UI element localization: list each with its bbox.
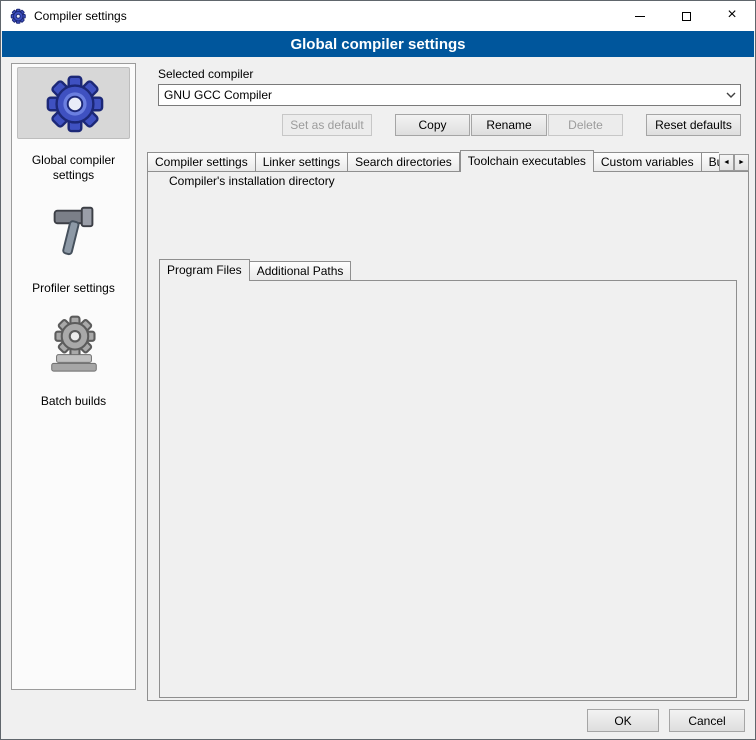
page-title: Global compiler settings [2, 31, 754, 57]
set-as-default-button[interactable]: Set as default [282, 114, 372, 136]
reset-defaults-button[interactable]: Reset defaults [646, 114, 741, 136]
sidebar-item-label: Profiler settings [20, 281, 127, 296]
tab-search-directories[interactable]: Search directories [348, 152, 460, 171]
ok-button[interactable]: OK [587, 709, 659, 732]
program-files-panel [159, 280, 737, 698]
window-title: Compiler settings [34, 9, 127, 23]
tab-scroll-left-button[interactable]: ◄ [719, 154, 734, 171]
blue-gear-icon [43, 72, 105, 134]
rename-button[interactable]: Rename [471, 114, 547, 136]
sidebar-icon-box [17, 195, 130, 267]
hammer-tool-icon [43, 200, 105, 262]
app-gear-icon [10, 8, 26, 24]
sidebar-item-batch-builds[interactable]: Batch builds [12, 308, 135, 409]
caption-buttons: × [617, 1, 755, 31]
gray-gears-icon [43, 313, 105, 375]
tab-custom-variables[interactable]: Custom variables [594, 152, 702, 171]
maximize-icon [682, 12, 691, 21]
subtab-additional-paths[interactable]: Additional Paths [250, 261, 352, 280]
titlebar[interactable]: Compiler settings × [1, 1, 755, 31]
selected-compiler-label: Selected compiler [158, 67, 253, 81]
tab-linker-settings[interactable]: Linker settings [256, 152, 348, 171]
copy-button[interactable]: Copy [395, 114, 470, 136]
delete-button[interactable]: Delete [548, 114, 623, 136]
tab-toolchain-executables[interactable]: Toolchain executables [460, 150, 594, 172]
compiler-settings-window: Compiler settings × Global compiler sett… [0, 0, 756, 740]
sidebar-icon-box [17, 67, 130, 139]
sidebar-item-label: Batch builds [20, 394, 127, 409]
notebook-tabstrip: Compiler settings Linker settings Search… [147, 150, 719, 172]
close-button[interactable]: × [709, 1, 755, 31]
sidebar-icon-box [17, 308, 130, 380]
compiler-combobox[interactable]: GNU GCC Compiler [158, 84, 741, 106]
sidebar-item-profiler-settings[interactable]: Profiler settings [12, 195, 135, 296]
sidebar-item-global-compiler-settings[interactable]: Global compiler settings [12, 67, 135, 183]
sub-tabstrip: Program Files Additional Paths [159, 259, 459, 281]
minimize-button[interactable] [617, 1, 663, 31]
maximize-button[interactable] [663, 1, 709, 31]
install-dir-group-label: Compiler's installation directory [165, 174, 339, 188]
tab-scroll-right-button[interactable]: ► [734, 154, 749, 171]
chevron-down-icon [722, 92, 740, 98]
tab-compiler-settings[interactable]: Compiler settings [147, 152, 256, 171]
tab-build-options[interactable]: Buil [702, 152, 719, 171]
sidebar-item-label: Global compiler settings [20, 153, 127, 183]
subtab-program-files[interactable]: Program Files [159, 259, 250, 281]
sidebar: Global compiler settings Profiler settin… [11, 63, 136, 690]
compiler-combobox-value: GNU GCC Compiler [159, 88, 722, 102]
cancel-button[interactable]: Cancel [669, 709, 745, 732]
close-icon: × [727, 7, 736, 23]
minimize-icon [635, 16, 645, 17]
